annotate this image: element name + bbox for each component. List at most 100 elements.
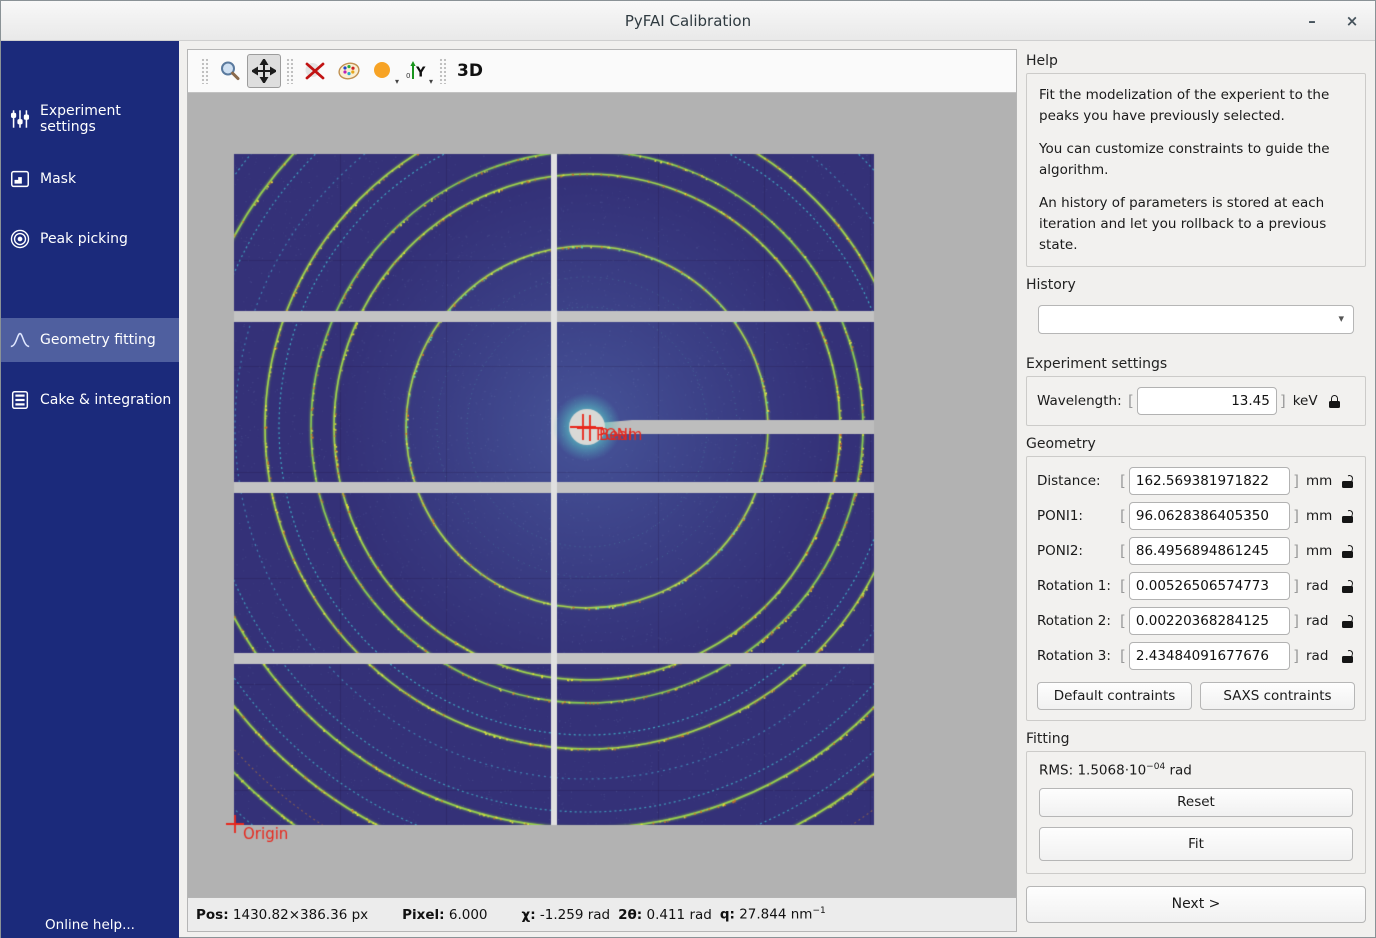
pixel-value: Pixel: 6.000 [402,907,487,923]
lock-open-icon[interactable] [1340,544,1355,559]
rotation1-input[interactable]: 0.00526506574773 [1129,572,1290,600]
field-unit: rad [1306,648,1338,664]
bracket-close: ] [1290,542,1302,560]
sidebar-item-mask[interactable]: Mask [1,157,179,201]
clear-selection-button[interactable] [298,54,332,88]
plot-status-bar: Pos: 1430.82×386.36 px Pixel: 6.000 χ: -… [188,897,1016,931]
close-button[interactable]: × [1339,9,1365,33]
sidebar-item-label: Cake & integration [40,392,171,408]
diffraction-image-canvas[interactable] [188,93,1016,898]
magnifier-icon [218,59,242,83]
bracket-open: [ [1117,647,1129,665]
poni2-input[interactable]: 86.4956894861245 [1129,537,1290,565]
field-label: Rotation 3: [1037,648,1117,664]
sidebar-item-peak-picking[interactable]: Peak picking [1,217,179,261]
help-section-title: Help [1026,53,1366,69]
next-button[interactable]: Next > [1026,886,1366,923]
sidebar-item-geometry-fitting[interactable]: Geometry fitting [1,318,179,362]
sidebar: Experiment settings Mask Peak picking Ge… [1,41,179,938]
history-section-title: History [1026,277,1366,293]
field-label: PONI1: [1037,508,1117,524]
integration-lines-icon [9,389,31,411]
poni1-input[interactable]: 96.0628386405350 [1129,502,1290,530]
help-paragraph: Fit the modelization of the experient to… [1039,85,1353,127]
sidebar-item-label: Geometry fitting [40,332,156,348]
field-unit: mm [1306,508,1338,524]
bracket-open: [ [1117,472,1129,490]
sidebar-item-experiment-settings[interactable]: Experiment settings [1,97,179,141]
bracket-open: [ [1125,392,1137,410]
lock-open-icon[interactable] [1340,509,1355,524]
plot-panel: ▾ 0 Y ▾ 3D Pos: 1430.82×386.36 px Pixel:… [187,49,1017,932]
sidebar-item-label: Mask [40,171,76,187]
dropdown-arrow-icon: ▾ [395,77,399,86]
window-title: PyFAI Calibration [1,12,1375,30]
fit-button[interactable]: Fit [1039,827,1353,861]
bracket-close: ] [1290,647,1302,665]
geometry-row-rotation1: Rotation 1: [ 0.00526506574773 ] rad [1037,572,1355,600]
toolbar-grip[interactable] [286,58,293,84]
wavelength-label: Wavelength: [1037,393,1125,409]
fitting-box: RMS: 1.5068·10−04 rad Reset Fit [1026,751,1366,874]
sidebar-item-label: Peak picking [40,231,128,247]
geometry-row-rotation3: Rotation 3: [ 2.43484091677676 ] rad [1037,642,1355,670]
mask-icon [9,168,31,190]
minimize-button[interactable]: – [1299,9,1325,33]
settings-panel: Help Fit the modelization of the experie… [1017,41,1376,938]
bracket-open: [ [1117,507,1129,525]
y-axis-orientation-button[interactable]: 0 Y ▾ [400,54,434,88]
field-unit: rad [1306,578,1338,594]
two-theta-value: 2θ: 0.411 rad [618,907,712,923]
toolbar-grip[interactable] [439,58,446,84]
help-paragraph: An history of parameters is stored at ea… [1039,193,1353,256]
rotation2-input[interactable]: 0.00220368284125 [1129,607,1290,635]
saxs-constraints-button[interactable]: SAXS contraints [1200,682,1355,710]
geometry-box: Distance: [ 162.569381971822 ] mm PONI1:… [1026,456,1366,721]
sliders-icon [9,108,31,130]
y-axis-icon: 0 Y [405,59,429,83]
q-value: q: 27.844 nm−1 [720,906,826,923]
bracket-open: [ [1117,577,1129,595]
detector-plot-area[interactable] [188,92,1016,897]
lock-open-icon[interactable] [1340,474,1355,489]
default-constraints-button[interactable]: Default contraints [1037,682,1192,710]
marker-style-button[interactable]: ▾ [366,54,400,88]
distance-input[interactable]: 162.569381971822 [1129,467,1290,495]
toolbar-grip[interactable] [201,58,208,84]
rotation3-input[interactable]: 2.43484091677676 [1129,642,1290,670]
dropdown-arrow-icon: ▾ [429,77,433,86]
online-help-link[interactable]: Online help... [1,917,179,933]
history-dropdown[interactable]: ▾ [1038,305,1354,334]
field-unit: mm [1306,543,1338,559]
help-paragraph: You can customize constraints to guide t… [1039,139,1353,181]
rms-readout: RMS: 1.5068·10−04 rad [1039,762,1353,779]
field-label: Rotation 1: [1037,578,1117,594]
gaussian-peak-icon [9,329,31,351]
wavelength-row: Wavelength: [ 13.45 ] keV [1037,387,1355,415]
svg-text:Y: Y [415,66,426,81]
field-unit: rad [1306,613,1338,629]
geometry-row-distance: Distance: [ 162.569381971822 ] mm [1037,467,1355,495]
wavelength-input[interactable]: 13.45 [1137,387,1277,415]
colormap-button[interactable] [332,54,366,88]
lock-closed-icon[interactable] [1327,394,1342,409]
sidebar-item-cake-integration[interactable]: Cake & integration [1,378,179,422]
zoom-tool-button[interactable] [213,54,247,88]
lock-open-icon[interactable] [1340,649,1355,664]
lock-open-icon[interactable] [1340,579,1355,594]
bracket-open: [ [1117,612,1129,630]
wavelength-unit: keV [1293,393,1325,409]
orange-dot-icon [371,59,395,83]
pan-arrows-icon [252,59,276,83]
reset-button[interactable]: Reset [1039,788,1353,817]
help-box: Fit the modelization of the experient to… [1026,73,1366,267]
constraints-row: Default contraints SAXS contraints [1037,682,1355,710]
pan-tool-button[interactable] [247,54,281,88]
geometry-row-poni1: PONI1: [ 96.0628386405350 ] mm [1037,502,1355,530]
svg-text:0: 0 [406,72,410,80]
field-label: Rotation 2: [1037,613,1117,629]
chevron-down-icon: ▾ [1338,312,1344,325]
lock-open-icon[interactable] [1340,614,1355,629]
3d-view-button[interactable]: 3D [457,61,483,81]
sidebar-item-label: Experiment settings [40,103,179,135]
